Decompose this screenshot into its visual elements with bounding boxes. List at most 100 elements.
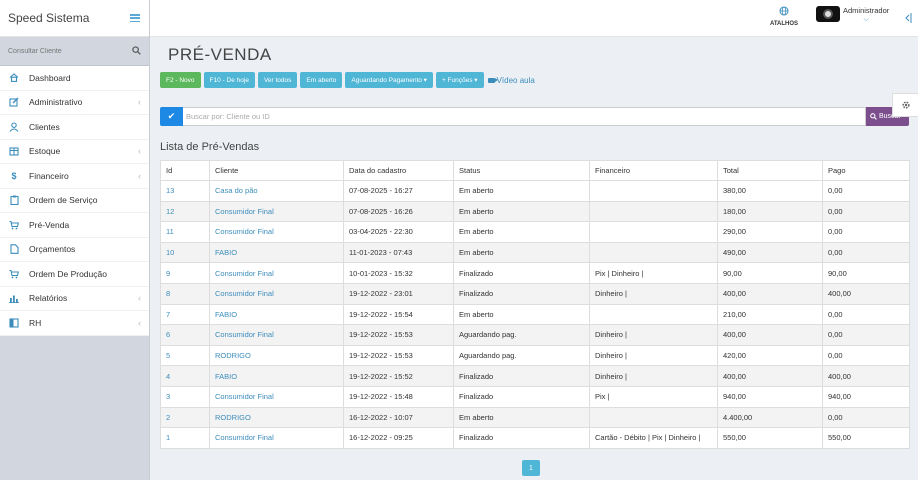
cell-financial: [589, 406, 718, 429]
brand-title: Speed Sistema: [8, 11, 90, 25]
cell-status: Em aberto: [453, 303, 590, 326]
video-lesson-link[interactable]: Vídeo aula: [487, 76, 535, 85]
cell-client[interactable]: Consumidor Final: [209, 200, 344, 223]
book-icon: [8, 318, 20, 328]
shortcuts-label: ATALHOS: [769, 21, 799, 27]
cell-date: 19-12-2022 - 15:48: [343, 385, 454, 408]
cell-client[interactable]: RODRIGO: [209, 344, 344, 367]
cell-client[interactable]: Consumidor Final: [209, 262, 344, 284]
sidebar-search: [0, 37, 149, 66]
user-menu[interactable]: Administrador ⌵: [816, 6, 889, 24]
cart-icon: [8, 220, 20, 230]
file-icon: [8, 244, 20, 255]
cell-total: 380,00: [717, 180, 823, 202]
table-row[interactable]: 9 Consumidor Final 10-01-2023 - 15:32 Final…: [160, 262, 910, 284]
shortcuts-button[interactable]: ATALHOS: [766, 6, 802, 27]
column-header[interactable]: Data do cadastro: [343, 160, 454, 181]
cell-client[interactable]: FABIO: [209, 365, 344, 387]
cell-id[interactable]: 10: [160, 241, 210, 264]
cell-paid: 0,00: [822, 303, 910, 326]
table-row[interactable]: 5 RODRIGO 19-12-2022 - 15:53 Aguardando pag…: [160, 344, 910, 367]
sidebar-item-estoque[interactable]: Estoque ‹: [0, 140, 149, 164]
cell-client[interactable]: Consumidor Final: [209, 221, 344, 243]
cell-financial: [589, 221, 718, 243]
sidebar-item-ordem-de-producao[interactable]: Ordem De Produção: [0, 262, 149, 287]
table-row[interactable]: 1 Consumidor Final 16-12-2022 - 09:25 Final…: [160, 427, 910, 449]
open-filter-button[interactable]: Em aberto: [300, 72, 343, 88]
table-row[interactable]: 2 RODRIGO 16-12-2022 - 10:07 Em aberto 4.400…: [160, 406, 910, 429]
search-input[interactable]: [183, 107, 866, 126]
table-row[interactable]: 10 FABIO 11-01-2023 - 07:43 Em aberto 490,00…: [160, 241, 910, 264]
sidebar-search-input[interactable]: [8, 47, 108, 55]
sidebar-item-label: Ordem de Serviço: [29, 195, 98, 206]
cell-id[interactable]: 12: [160, 200, 210, 223]
sidebar-item-rh[interactable]: RH ‹: [0, 311, 149, 336]
sidebar-item-relatorios[interactable]: Relatórios ‹: [0, 287, 149, 311]
check-icon[interactable]: ✔: [160, 107, 183, 126]
column-header[interactable]: Pago: [822, 160, 910, 181]
column-header[interactable]: Status: [453, 160, 590, 181]
dollar-icon: $: [11, 170, 17, 181]
presales-table-wrap: Id Cliente Data do cadastro Status Financeir…: [160, 160, 910, 449]
search-icon[interactable]: [132, 45, 141, 57]
sidebar-item-ordem-de-servico[interactable]: Ordem de Serviço: [0, 189, 149, 213]
cell-client[interactable]: Consumidor Final: [209, 385, 344, 408]
home-icon: [8, 73, 20, 83]
today-button[interactable]: F10 - De hoje: [203, 72, 255, 88]
cell-client[interactable]: Consumidor Final: [209, 427, 344, 449]
table-row[interactable]: 11 Consumidor Final 03-04-2025 - 22:30 Em a…: [160, 221, 910, 243]
sidebar-item-orcamentos[interactable]: Orçamentos: [0, 238, 149, 262]
sidebar-item-label: Clientes: [29, 121, 60, 132]
cell-id[interactable]: 5: [160, 344, 210, 367]
view-all-button[interactable]: Ver todos: [257, 72, 298, 88]
sidebar-item-dashboard[interactable]: Dashboard: [0, 66, 149, 91]
cell-client[interactable]: Consumidor Final: [209, 324, 344, 346]
cell-id[interactable]: 9: [160, 262, 210, 284]
cell-paid: 550,00: [822, 427, 910, 449]
pagination-page-1[interactable]: 1: [522, 460, 540, 476]
sidebar-collapse-icon[interactable]: [904, 13, 912, 25]
cell-id[interactable]: 6: [160, 324, 210, 346]
cell-client[interactable]: RODRIGO: [209, 406, 344, 429]
sidebar-item-label: Relatórios: [29, 293, 68, 304]
cell-id[interactable]: 13: [160, 180, 210, 202]
table-row[interactable]: 7 FABIO 19-12-2022 - 15:54 Em aberto 210,00 0…: [160, 303, 910, 326]
table-row[interactable]: 13 Casa do pão 07-08-2025 - 16:27 Em aberto…: [160, 180, 910, 202]
cell-status: Finalizado: [453, 427, 590, 449]
video-camera-icon: [487, 77, 498, 83]
cell-id[interactable]: 4: [160, 365, 210, 387]
cell-id[interactable]: 7: [160, 303, 210, 326]
cell-id[interactable]: 3: [160, 385, 210, 408]
cell-id[interactable]: 2: [160, 406, 210, 429]
cell-client[interactable]: FABIO: [209, 303, 344, 326]
table-row[interactable]: 8 Consumidor Final 19-12-2022 - 23:01 Final…: [160, 282, 910, 305]
cell-id[interactable]: 8: [160, 282, 210, 305]
column-header[interactable]: Financeiro: [589, 160, 718, 181]
awaiting-payment-button[interactable]: Aguardando Pagamento ▾: [345, 72, 433, 88]
table-row[interactable]: 3 Consumidor Final 19-12-2022 - 15:48 Final…: [160, 385, 910, 408]
table-row[interactable]: 6 Consumidor Final 19-12-2022 - 15:53 Aguar…: [160, 324, 910, 346]
column-header[interactable]: Id: [160, 160, 210, 181]
column-header[interactable]: Cliente: [209, 160, 344, 181]
functions-button[interactable]: + Funções ▾: [435, 72, 484, 88]
cell-id[interactable]: 1: [160, 427, 210, 449]
menu-toggle-icon[interactable]: [130, 14, 140, 22]
cell-date: 16-12-2022 - 09:25: [343, 427, 454, 449]
sidebar: Speed Sistema Dashboard Administrativo ‹ Cl…: [0, 0, 150, 480]
gear-icon[interactable]: [892, 93, 918, 117]
cell-date: 10-01-2023 - 15:32: [343, 262, 454, 284]
table-row[interactable]: 12 Consumidor Final 07-08-2025 - 16:26 Em a…: [160, 200, 910, 223]
cell-client[interactable]: Consumidor Final: [209, 282, 344, 305]
table-row[interactable]: 4 FABIO 19-12-2022 - 15:52 Finalizado Dinhei…: [160, 365, 910, 387]
sidebar-item-financeiro[interactable]: $ Financeiro ‹: [0, 164, 149, 189]
new-button[interactable]: F2 - Novo: [160, 72, 201, 88]
cell-client[interactable]: Casa do pão: [209, 180, 344, 202]
sidebar-item-label: Pré-Venda: [29, 219, 70, 230]
cell-client[interactable]: FABIO: [209, 241, 344, 264]
sidebar-item-administrativo[interactable]: Administrativo ‹: [0, 91, 149, 115]
main-content: PRÉ-VENDA F2 - Novo F10 - De hoje Ver to…: [160, 37, 910, 480]
sidebar-item-pre-venda[interactable]: Pré-Venda: [0, 213, 149, 238]
cell-id[interactable]: 11: [160, 221, 210, 243]
column-header[interactable]: Total: [717, 160, 823, 181]
sidebar-item-clientes[interactable]: Clientes: [0, 115, 149, 140]
